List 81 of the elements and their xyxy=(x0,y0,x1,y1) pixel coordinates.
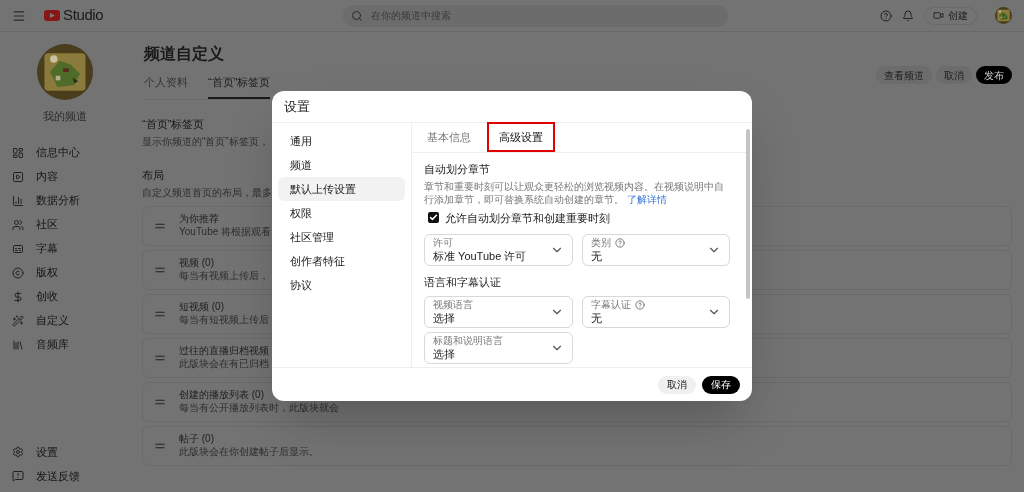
field-value: 选择 xyxy=(433,348,456,360)
sidebar-item[interactable]: 信息中心 xyxy=(0,140,130,165)
field-label: 字幕认证 xyxy=(590,299,631,310)
select-field[interactable]: 视频语言 选择 xyxy=(424,295,573,328)
checkbox[interactable] xyxy=(428,212,439,224)
field-value: 选择 xyxy=(433,312,456,324)
card-title: 帖子 (0) xyxy=(179,433,214,446)
sidebar-item[interactable]: 创收 xyxy=(0,284,130,309)
notification-icon[interactable] xyxy=(902,9,914,22)
sidebar-item[interactable]: 内容 xyxy=(0,164,130,189)
nav-icon xyxy=(12,290,24,303)
help-icon[interactable] xyxy=(880,9,892,22)
select-field[interactable]: 字幕认证 无 xyxy=(581,295,730,328)
nav-icon xyxy=(12,170,24,183)
settings-nav-item[interactable]: 频道 xyxy=(278,153,405,177)
checkbox-label: 允许自动划分章节和创建重要时刻 xyxy=(445,210,610,226)
page-tab[interactable]: “首页”标签页 xyxy=(208,74,271,99)
sidebar-item[interactable]: 自定义 xyxy=(0,308,130,333)
menu-icon[interactable] xyxy=(12,8,26,23)
section-title: 语言和字幕认证 xyxy=(424,275,502,290)
field-value: 无 xyxy=(590,312,603,324)
logo-text: Studio xyxy=(63,5,104,26)
sidebar-item[interactable]: 发送反馈 xyxy=(0,464,130,488)
card-title: 过往的直播归档视频 xyxy=(179,345,269,358)
video-icon xyxy=(933,10,944,21)
nav-icon xyxy=(12,146,24,159)
field-value: 标准 YouTube 许可 xyxy=(433,251,527,262)
scrollbar[interactable] xyxy=(746,129,750,299)
learn-more-link[interactable]: 了解详情 xyxy=(626,193,667,205)
action-button[interactable]: 发布 xyxy=(976,66,1012,84)
select-field[interactable]: 类别 无 xyxy=(581,234,730,266)
settings-nav-item[interactable]: 默认上传设置 xyxy=(278,177,405,201)
settings-tab[interactable]: 基本信息 xyxy=(415,122,483,152)
settings-nav-item[interactable]: 权限 xyxy=(278,201,405,225)
settings-tab[interactable]: 高级设置 xyxy=(487,122,555,152)
nav-icon xyxy=(12,242,24,255)
page-title: 频道自定义 xyxy=(144,44,225,64)
section-title: 自动划分章节 xyxy=(424,162,491,177)
dialog-title: 设置 xyxy=(284,97,310,116)
settings-nav-item[interactable]: 协议 xyxy=(278,273,405,297)
section-title: “首页”标签页 xyxy=(142,116,205,132)
sidebar-item[interactable]: 数据分析 xyxy=(0,188,130,213)
section-description: 章节和重要时刻可以让观众更轻松的浏览视频内容。在视频说明中自行添加章节，即可替换系统自动创建的章节。 了解详情 xyxy=(424,179,725,206)
search-icon xyxy=(351,9,364,22)
sidebar-item[interactable]: 字幕 xyxy=(0,236,130,261)
check-icon xyxy=(429,213,438,223)
card-title: 为你推荐 xyxy=(179,213,219,226)
settings-nav-item[interactable]: 通用 xyxy=(278,129,405,153)
channel-name: 我的频道 xyxy=(43,109,87,124)
field-label: 标题和说明语言 xyxy=(433,335,503,346)
card-title: 视频 (0) xyxy=(179,257,214,270)
field-label: 类别 xyxy=(590,238,611,248)
card-title: 创建的播放列表 (0) xyxy=(179,389,264,402)
nav-icon xyxy=(12,314,24,327)
action-button[interactable]: 查看频道 xyxy=(876,66,932,84)
section-title: 布局 xyxy=(142,168,164,183)
field-value: 无 xyxy=(590,251,603,262)
nav-icon xyxy=(12,194,24,207)
action-button[interactable]: 取消 xyxy=(936,66,972,84)
nav-icon xyxy=(12,218,24,231)
sidebar-item[interactable]: 设置 xyxy=(0,440,130,464)
sidebar-item[interactable]: 音频库 xyxy=(0,332,130,357)
logo-icon xyxy=(44,10,60,21)
help-icon[interactable] xyxy=(614,238,625,248)
help-icon[interactable] xyxy=(634,299,645,310)
feedback-icon xyxy=(12,470,24,482)
settings-nav-item[interactable]: 社区管理 xyxy=(278,225,405,249)
nav-icon xyxy=(12,338,24,351)
dialog-button[interactable]: 保存 xyxy=(702,375,740,394)
sidebar-item[interactable]: 版权 xyxy=(0,260,130,285)
field-label: 许可 xyxy=(433,238,453,248)
card-title: 短视频 (0) xyxy=(179,301,224,314)
page-tab[interactable]: 个人资料 xyxy=(144,74,188,99)
sidebar-item[interactable]: 社区 xyxy=(0,212,130,237)
select-field[interactable]: 许可 标准 YouTube 许可 xyxy=(424,234,573,266)
settings-icon xyxy=(12,446,24,458)
nav-icon xyxy=(12,266,24,279)
dialog-button[interactable]: 取消 xyxy=(658,375,696,394)
settings-nav-item[interactable]: 创作者特征 xyxy=(278,249,405,273)
field-label: 视频语言 xyxy=(433,299,473,310)
select-field[interactable]: 标题和说明语言 选择 xyxy=(424,331,573,364)
